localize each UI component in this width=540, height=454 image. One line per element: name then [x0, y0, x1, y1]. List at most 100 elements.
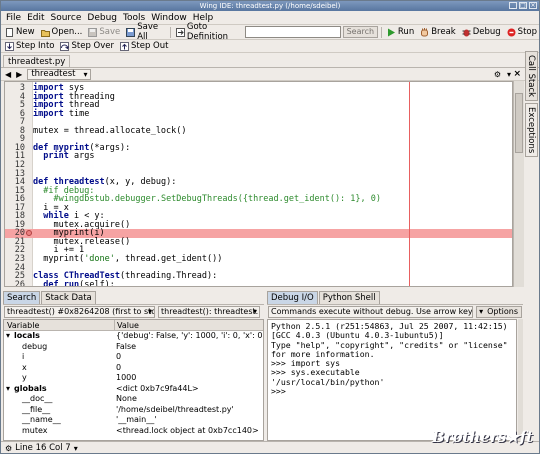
edge-guide-line — [409, 82, 410, 286]
debug-label: Debug — [472, 27, 501, 37]
tab-call-stack[interactable]: Call Stack — [525, 51, 538, 101]
step-out-button[interactable]: Step Out — [118, 40, 170, 53]
stack-data-panel: Search Stack Data threadtest() #0x826420… — [3, 291, 264, 441]
menu-edit[interactable]: Edit — [24, 13, 47, 23]
tab-python-shell[interactable]: Python Shell — [318, 291, 380, 304]
folder-icon — [40, 28, 50, 37]
maximize-button[interactable]: □ — [519, 2, 527, 9]
variable-row[interactable]: y 1000 — [4, 373, 263, 384]
scrollbar-thumb[interactable] — [515, 93, 523, 153]
options-label: Options — [487, 307, 518, 316]
search-input[interactable] — [244, 26, 341, 38]
minimize-button[interactable]: _ — [509, 2, 517, 9]
tab-search[interactable]: Search — [3, 291, 41, 304]
variable-row[interactable]: __file__ '/home/sdeibel/threadtest.py' — [4, 405, 263, 416]
new-file-icon — [5, 27, 14, 37]
variable-row[interactable]: debug False — [4, 342, 263, 353]
variable-row[interactable]: x0 — [4, 363, 263, 374]
options-dropdown-icon[interactable]: ▾ — [507, 70, 511, 79]
break-button[interactable]: Break — [418, 26, 458, 39]
back-arrow-icon[interactable]: ◀ — [5, 70, 11, 79]
variables-header: Variable Value — [4, 320, 263, 331]
window-title: Wing IDE: threadtest.py (/home/sdeibel) — [199, 2, 341, 10]
toolbar-separator — [170, 26, 171, 38]
save-button[interactable]: Save — [86, 26, 122, 39]
breakpoint-icon[interactable] — [26, 230, 32, 237]
close-editor-icon[interactable]: × — [513, 69, 521, 79]
app-window: Wing IDE: threadtest.py (/home/sdeibel) … — [0, 0, 540, 454]
variable-row[interactable]: __name__ '__main__' — [4, 415, 263, 426]
expand-toggle-icon[interactable]: ▾ — [6, 384, 10, 395]
shell-scrollbar[interactable] — [518, 319, 523, 441]
title-bar[interactable]: Wing IDE: threadtest.py (/home/sdeibel) … — [1, 1, 539, 11]
expand-toggle-icon[interactable]: ▾ — [6, 331, 10, 342]
window-controls: _ □ × — [509, 2, 537, 9]
menu-tools[interactable]: Tools — [120, 13, 148, 23]
forward-arrow-icon[interactable]: ▶ — [16, 70, 22, 79]
variable-row[interactable]: i0 — [4, 352, 263, 363]
variable-row[interactable]: __doc__ None — [4, 394, 263, 405]
variables-table[interactable]: Variable Value ▾ locals {'debug': False, '… — [3, 319, 264, 441]
scope-dropdown[interactable]: threadtest — [27, 68, 91, 80]
tab-threadtest-py[interactable]: threadtest.py — [3, 55, 71, 67]
column-variable[interactable]: Variable — [7, 320, 39, 331]
tab-stack-data[interactable]: Stack Data — [41, 291, 96, 304]
options-icon[interactable]: ⚙ — [494, 70, 501, 79]
line-number: 26 — [14, 279, 25, 287]
break-hand-icon — [420, 27, 429, 37]
variables-rows: ▾ locals {'debug': False, 'y': 1000, 'i': … — [4, 331, 263, 436]
step-over-button[interactable]: Step Over — [58, 40, 116, 53]
goto-definition-button[interactable]: Goto Definition — [174, 22, 243, 42]
bottom-panels: Search Stack Data threadtest() #0x826420… — [1, 291, 539, 441]
menu-file[interactable]: File — [3, 13, 24, 23]
frame-dropdown[interactable]: threadtest(): threadtest. — [158, 306, 260, 318]
new-label: New — [16, 27, 35, 37]
save-icon — [88, 27, 98, 37]
status-icon: ⚙ — [5, 443, 13, 453]
thread-dropdown[interactable]: threadtest() #0x8264208 (first to stop) — [4, 306, 155, 318]
step-into-icon — [5, 41, 14, 51]
editor-tabs: threadtest.py — [1, 53, 539, 67]
tab-debug-io[interactable]: Debug I/O — [267, 291, 318, 304]
shell-output[interactable]: Python 2.5.1 (r251:54863, Jul 25 2007, 1… — [267, 319, 517, 441]
shell-controls: Commands execute without debug. Use arro… — [267, 304, 523, 319]
run-button[interactable]: Run — [385, 26, 416, 39]
variable-value: 1000 — [116, 373, 137, 382]
shell-prompt: >>> — [271, 386, 286, 397]
variable-row[interactable]: ▾ locals {'debug': False, 'y': 1000, 'i': … — [4, 331, 263, 342]
save-label: Save — [99, 27, 121, 37]
editor-header: ◀ ▶ threadtest ⚙ ▾ × — [1, 67, 539, 81]
variable-row[interactable]: mutex <thread.lock object at 0xb7cc140> — [4, 426, 263, 437]
goto-icon — [175, 27, 185, 37]
step-into-label: Step Into — [16, 41, 55, 51]
stack-panel-tabs: Search Stack Data — [3, 291, 264, 304]
debug-button[interactable]: Debug — [460, 26, 503, 39]
variable-value: {'debug': False, 'y': 1000, 'i': 0, 'x':… — [116, 331, 263, 340]
editor-scrollbar[interactable] — [513, 81, 524, 287]
search-button[interactable]: Search — [342, 26, 379, 38]
status-dropdown-icon[interactable]: ▾ — [74, 444, 78, 453]
menu-help[interactable]: Help — [190, 13, 217, 23]
save-all-button[interactable]: Save All — [124, 22, 167, 42]
code-line[interactable]: 26 def run(self): — [5, 279, 512, 287]
variable-value: '__main__' — [116, 415, 157, 424]
new-button[interactable]: New — [3, 26, 37, 39]
variable-name: y — [22, 373, 27, 382]
variable-name: locals — [14, 331, 40, 340]
variable-row[interactable]: ▾ globals <dict 0xb7c9fa44L> — [4, 384, 263, 395]
stop-button[interactable]: Stop — [505, 26, 539, 39]
column-value[interactable]: Value — [114, 320, 139, 331]
tab-exceptions[interactable]: Exceptions — [525, 103, 538, 157]
side-tool-tabs: Call Stack Exceptions — [524, 51, 539, 291]
python-shell-panel: Debug I/O Python Shell Commands execute … — [267, 291, 523, 441]
options-menu-button[interactable]: ▾ Options — [476, 306, 522, 318]
step-into-button[interactable]: Step Into — [3, 40, 56, 53]
close-button[interactable]: × — [529, 2, 537, 9]
open-button[interactable]: Open... — [39, 26, 85, 39]
main-toolbar: New Open... Save Save All Goto Definitio… — [1, 22, 539, 42]
code-editor[interactable]: 3 import sys 4 import threading 5 import thre… — [4, 81, 513, 287]
menu-window[interactable]: Window — [148, 13, 190, 23]
menu-source[interactable]: Source — [48, 13, 85, 23]
stop-label: Stop — [517, 27, 537, 37]
menu-debug[interactable]: Debug — [84, 13, 120, 23]
